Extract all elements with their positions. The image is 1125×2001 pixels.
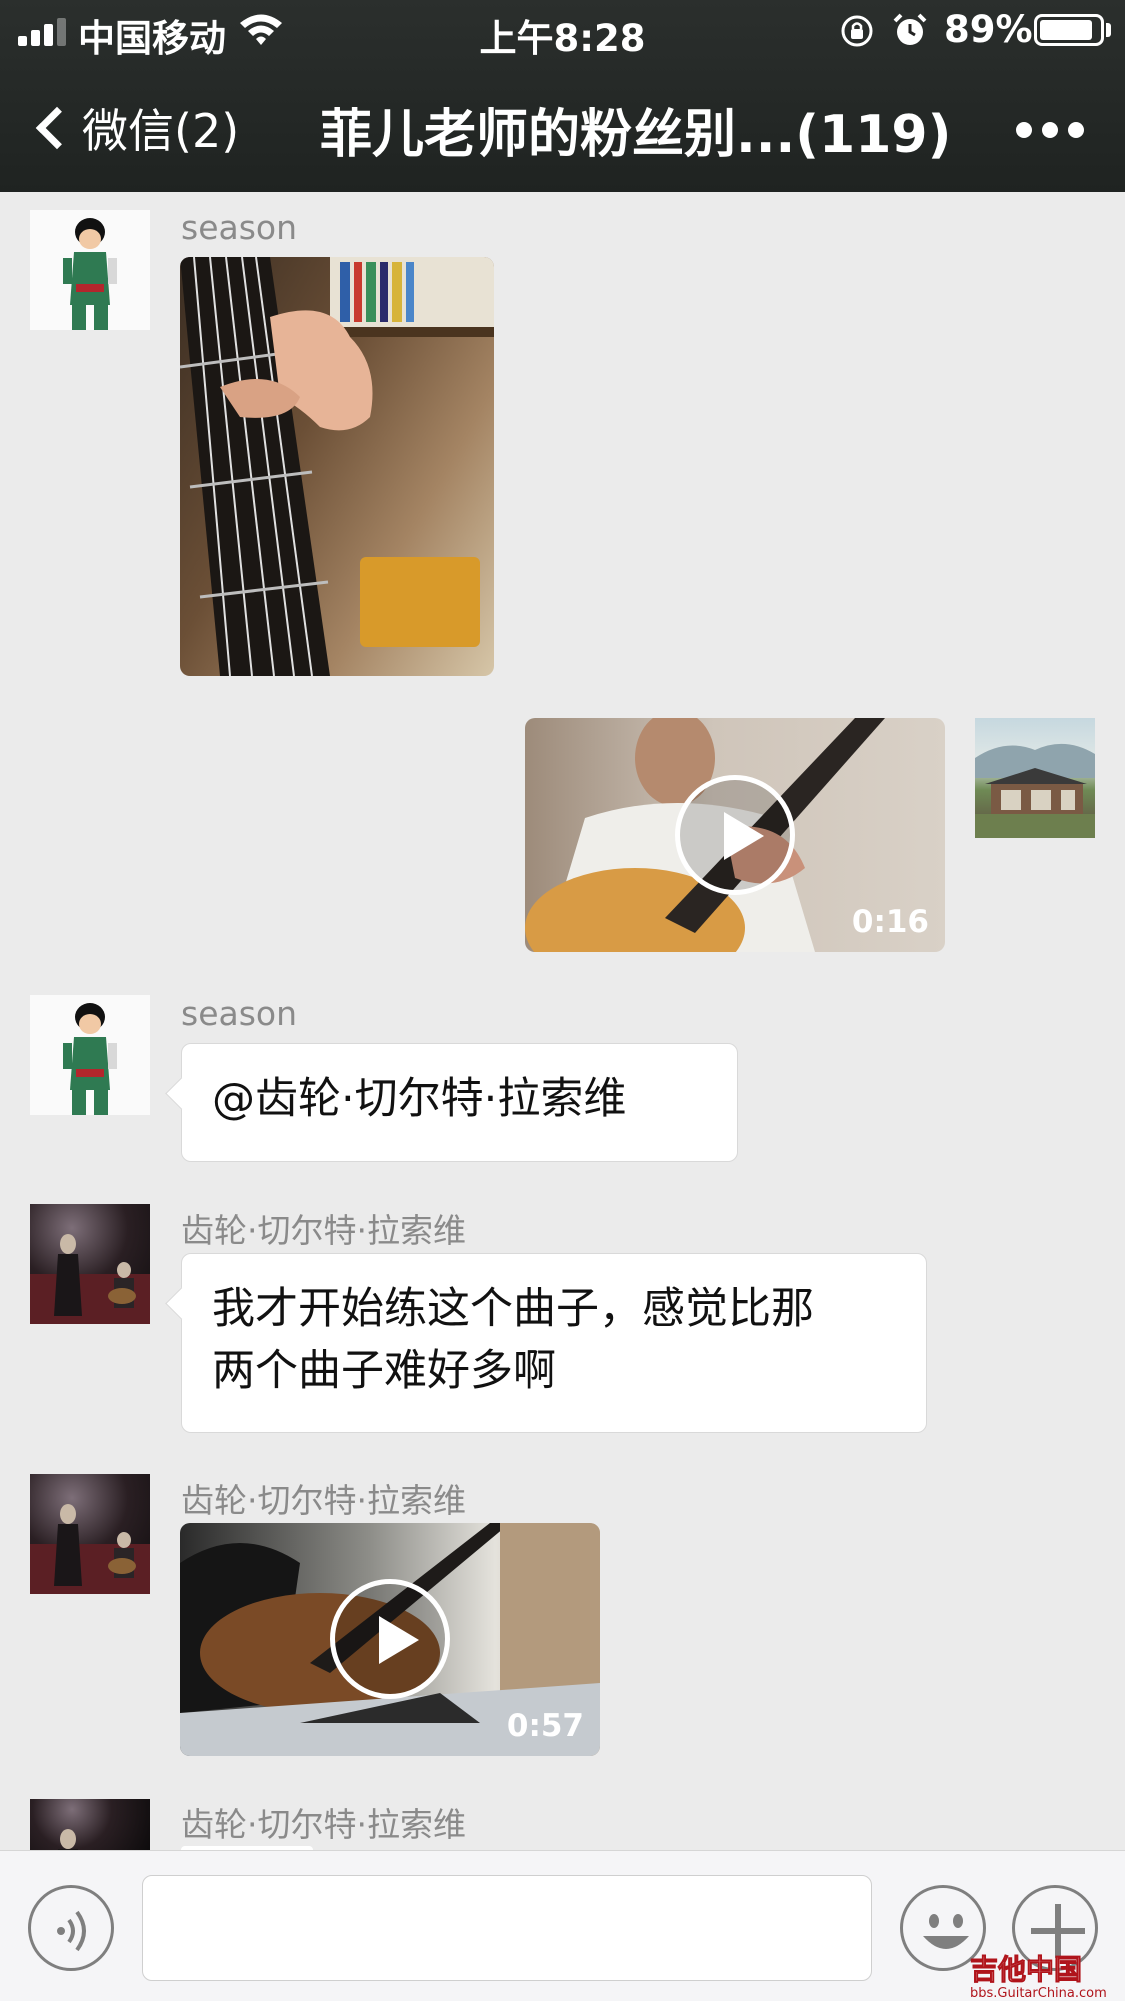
- avatar-gear[interactable]: [30, 1204, 150, 1324]
- sender-name: 齿轮·切尔特·拉索维: [181, 1211, 466, 1250]
- avatar-figure-image: [63, 1003, 117, 1115]
- back-label: 微信(2): [82, 104, 240, 158]
- video-message-gear[interactable]: 0:57: [180, 1523, 600, 1756]
- more-button[interactable]: [1016, 122, 1084, 138]
- text-message[interactable]: 我才开始练这个曲子，感觉比那 两个曲子难好多啊: [181, 1253, 927, 1433]
- avatar-gear[interactable]: [30, 1799, 150, 1850]
- battery-icon: [1034, 14, 1104, 46]
- avatar-gear[interactable]: [30, 1474, 150, 1594]
- video-duration: 0:16: [851, 904, 929, 940]
- nav-bar: 微信(2) 菲儿老师的粉丝别...(119): [0, 62, 1125, 192]
- top-bar: 中国移动 上午8:28 89% 微信(2) 菲儿老师的粉丝别...(119): [0, 0, 1125, 192]
- site-watermark: 吉他中国 bbs.GuitarChina.com: [969, 1948, 1107, 2001]
- message-text-line: 两个曲子难好多啊: [212, 1346, 556, 1396]
- avatar-season[interactable]: [30, 995, 150, 1115]
- message-input[interactable]: [142, 1875, 872, 1981]
- avatar-house-image: [975, 743, 1095, 838]
- play-icon[interactable]: [675, 775, 795, 895]
- rotation-lock-icon: [841, 15, 873, 47]
- voice-button[interactable]: [28, 1885, 114, 1971]
- avatar-self[interactable]: [975, 718, 1095, 838]
- alarm-icon: [893, 13, 927, 45]
- status-bar: 中国移动 上午8:28 89%: [0, 0, 1125, 62]
- input-bar: [0, 1850, 1125, 2001]
- more-dot-icon: [1016, 122, 1032, 138]
- message-text-line: 我才开始练这个曲子，感觉比那: [212, 1284, 814, 1334]
- voice-icon: [57, 1910, 86, 1952]
- chevron-left-icon: [35, 106, 79, 150]
- more-dot-icon: [1042, 122, 1058, 138]
- chat-title: 菲儿老师的粉丝别...(119): [320, 105, 952, 165]
- message-text: @齿轮·切尔特·拉索维: [212, 1074, 627, 1124]
- avatar-stage-image: [57, 1829, 79, 1850]
- play-icon[interactable]: [330, 1579, 450, 1699]
- video-message-self[interactable]: 0:16: [525, 718, 945, 952]
- avatar-stage-image: [30, 1504, 150, 1594]
- back-button[interactable]: 微信(2): [28, 96, 239, 160]
- sender-name: season: [181, 208, 298, 247]
- watermark-url: bbs.GuitarChina.com: [970, 1986, 1107, 2001]
- watermark-text: 吉他中国: [969, 1953, 1083, 1987]
- sender-name: 齿轮·切尔特·拉索维: [181, 1481, 466, 1520]
- video-duration: 0:57: [506, 1708, 584, 1744]
- guitar-photo-image: [180, 257, 494, 676]
- avatar-stage-image: [30, 1234, 150, 1324]
- sender-name: 齿轮·切尔特·拉索维: [181, 1805, 466, 1844]
- sender-name: season: [181, 994, 298, 1033]
- avatar-figure-image: [63, 218, 117, 330]
- battery-tip: [1106, 23, 1111, 37]
- text-message[interactable]: @齿轮·切尔特·拉索维: [181, 1043, 738, 1162]
- battery-percent: 89%: [944, 8, 1033, 51]
- avatar-season[interactable]: [30, 210, 150, 330]
- image-message[interactable]: [180, 257, 494, 676]
- more-dot-icon: [1068, 122, 1084, 138]
